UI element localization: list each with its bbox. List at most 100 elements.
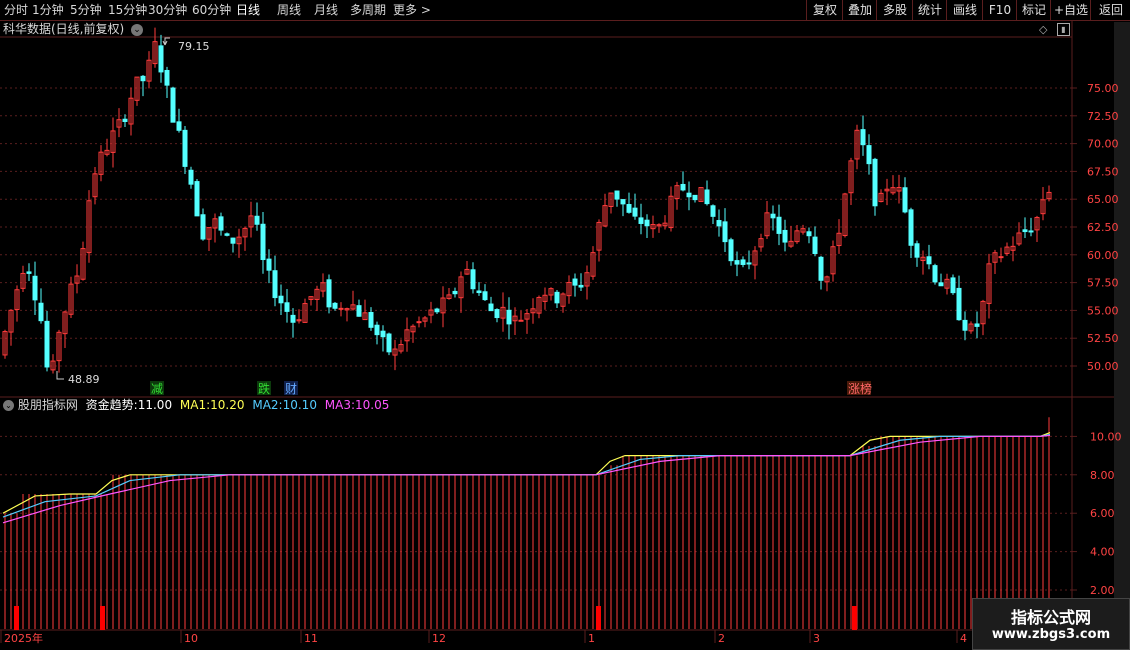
indicator-legend: ⌄ 股朋指标网 资金趋势:11.00 MA1:10.20 MA2:10.10 M… xyxy=(3,398,389,412)
main-y-tick-label: 52.50 xyxy=(1087,332,1119,345)
candle-body xyxy=(476,290,482,294)
candle-body xyxy=(38,302,44,322)
series-value: 11.00 xyxy=(137,398,173,412)
stock-chart: 75.00 72.50 70.00 67.50 65.00 62.50 60.00 57.50… xyxy=(0,21,1130,650)
candle-body xyxy=(572,278,578,286)
watermark: 指标公式网 www.zbgs3.com xyxy=(972,598,1130,650)
indicator-y-tick-label: 10.00 xyxy=(1090,430,1122,443)
signal-bar xyxy=(14,606,19,630)
toolbar-button-1[interactable]: 叠加 xyxy=(842,0,877,20)
candle-body xyxy=(554,291,560,304)
high-marker-arrow xyxy=(162,37,170,46)
time-axis-label: 11 xyxy=(304,632,318,645)
period-tab-1[interactable]: 1分钟 xyxy=(32,2,64,18)
event-marker-text: 财 xyxy=(285,382,297,396)
time-axis-label: 2 xyxy=(718,632,725,645)
candle-body xyxy=(164,69,170,86)
candle-body xyxy=(686,192,692,198)
period-tab-2[interactable]: 5分钟 xyxy=(70,2,102,18)
period-tab-4[interactable]: 30分钟 xyxy=(148,2,187,18)
candle-body xyxy=(200,214,206,240)
candle-body xyxy=(866,145,872,165)
event-marker-text: 跌 xyxy=(258,381,270,396)
candle-body xyxy=(482,291,488,301)
candle-body xyxy=(728,239,734,262)
indicator-name[interactable]: 股朋指标网 xyxy=(18,398,78,412)
candle-body xyxy=(272,270,278,299)
time-axis-label: 3 xyxy=(813,632,820,645)
panel-settings-icon[interactable]: ▮ xyxy=(1057,23,1070,36)
candle-body xyxy=(704,189,710,205)
main-y-tick-label: 70.00 xyxy=(1087,138,1119,151)
period-tab-3[interactable]: 15分钟 xyxy=(108,2,147,18)
candle-body xyxy=(368,311,374,328)
indicator-y-tick-label: 8.00 xyxy=(1090,469,1115,482)
candle-body xyxy=(806,231,812,237)
period-tab-7[interactable]: 周线 xyxy=(277,2,301,18)
period-tab-0[interactable]: 分时 xyxy=(4,2,28,18)
toolbar-button-5[interactable]: F10 xyxy=(982,0,1017,20)
candle-body xyxy=(254,215,260,225)
candle-body xyxy=(692,194,698,201)
candle-body xyxy=(284,302,290,312)
stock-title: 科华数据(日线,前复权) xyxy=(3,22,125,36)
period-tab-5[interactable]: 60分钟 xyxy=(192,2,231,18)
main-y-tick-label: 60.00 xyxy=(1087,249,1119,262)
ma2-label: MA2: xyxy=(252,398,283,412)
candle-body xyxy=(818,256,824,281)
candle-body xyxy=(644,219,650,227)
indicator-y-tick-label: 4.00 xyxy=(1090,546,1115,559)
dropdown-chevron-icon[interactable]: ⌄ xyxy=(131,23,144,36)
signal-bar xyxy=(100,606,105,630)
period-tab-6[interactable]: 日线 xyxy=(236,2,260,18)
candle-body xyxy=(770,213,776,219)
watermark-title: 指标公式网 xyxy=(1010,608,1091,627)
toolbar-button-7[interactable]: +自选 xyxy=(1050,0,1091,20)
watermark-url: www.zbgs3.com xyxy=(991,627,1111,642)
toolbar-button-3[interactable]: 统计 xyxy=(912,0,947,20)
toolbar-button-2[interactable]: 多股 xyxy=(876,0,913,20)
candle-body xyxy=(908,209,914,246)
high-price-label: 79.15 xyxy=(178,40,210,53)
candle-body xyxy=(170,87,176,123)
candle-body xyxy=(332,302,338,309)
candlestick-series xyxy=(2,27,1052,374)
candle-body xyxy=(494,309,500,319)
time-axis-label: 10 xyxy=(184,632,198,645)
candle-body xyxy=(722,221,728,243)
time-axis-label: 12 xyxy=(432,632,446,645)
candle-body xyxy=(716,220,722,227)
period-tab-8[interactable]: 月线 xyxy=(314,2,338,18)
candle-body xyxy=(782,229,788,243)
indicator-bar-series xyxy=(4,436,1050,629)
indicator-y-tick-label: 6.00 xyxy=(1090,507,1115,520)
toolbar-button-0[interactable]: 复权 xyxy=(806,0,843,20)
candle-body xyxy=(356,305,362,317)
candle-body xyxy=(230,237,236,244)
candle-body xyxy=(746,262,752,265)
candle-body xyxy=(974,323,980,327)
period-tab-9[interactable]: 多周期 xyxy=(350,2,386,18)
main-panel-title[interactable]: 科华数据(日线,前复权) ⌄ xyxy=(3,22,144,36)
candle-body xyxy=(872,158,878,207)
indicator-collapse-icon[interactable]: ⌄ xyxy=(3,400,14,411)
candle-body xyxy=(224,233,230,236)
ma3-label: MA3: xyxy=(324,398,356,412)
toolbar-button-8[interactable]: 返回 xyxy=(1090,0,1130,20)
candle-body xyxy=(488,303,494,312)
candle-body xyxy=(950,277,956,294)
candle-body xyxy=(926,256,932,265)
toolbar-button-4[interactable]: 画线 xyxy=(946,0,983,20)
diamond-icon[interactable]: ◇ xyxy=(1039,23,1047,36)
candle-body xyxy=(26,271,32,274)
toolbar-button-6[interactable]: 标记 xyxy=(1016,0,1051,20)
low-marker-arrow xyxy=(56,371,64,380)
candle-body xyxy=(326,279,332,308)
candle-body xyxy=(44,320,50,368)
candle-body xyxy=(812,236,818,254)
period-tab-10[interactable]: 更多 > xyxy=(393,2,431,18)
candle-body xyxy=(140,75,146,82)
main-y-tick-label: 67.50 xyxy=(1087,165,1119,178)
candle-body xyxy=(1028,230,1034,233)
signal-bar xyxy=(852,606,857,630)
